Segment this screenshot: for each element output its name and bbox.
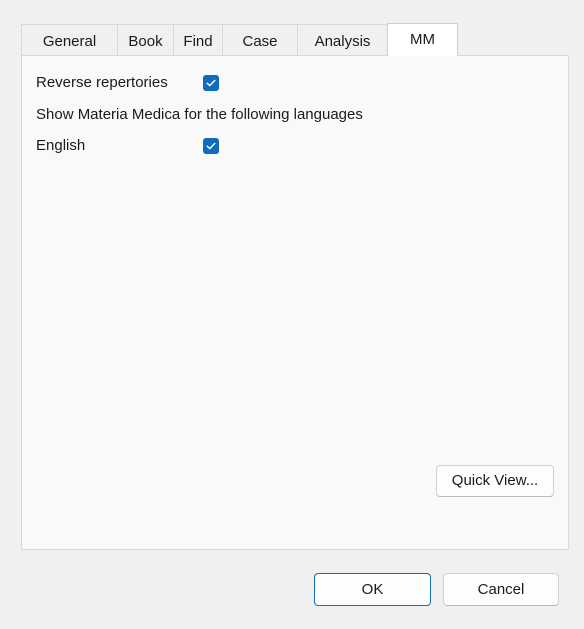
- quick-view-button[interactable]: Quick View...: [436, 465, 554, 497]
- mm-tab-panel: Reverse repertories Show Materia Medica …: [21, 55, 569, 550]
- english-checkbox[interactable]: [203, 138, 219, 154]
- tab-strip: General Book Find Case Analysis MM: [21, 23, 458, 56]
- checkmark-icon: [206, 142, 216, 150]
- tab-book[interactable]: Book: [117, 24, 174, 56]
- reverse-repertories-label: Reverse repertories: [36, 74, 168, 91]
- english-label: English: [36, 137, 86, 154]
- tab-mm[interactable]: MM: [387, 23, 458, 56]
- tab-analysis[interactable]: Analysis: [297, 24, 388, 56]
- tab-find[interactable]: Find: [173, 24, 223, 56]
- reverse-repertories-checkbox[interactable]: [203, 75, 219, 91]
- languages-heading: Show Materia Medica for the following la…: [36, 106, 363, 123]
- options-dialog: General Book Find Case Analysis MM Rever…: [0, 0, 584, 629]
- cancel-button[interactable]: Cancel: [443, 573, 559, 606]
- tab-general[interactable]: General: [21, 24, 118, 56]
- checkmark-icon: [206, 79, 216, 87]
- tab-case[interactable]: Case: [222, 24, 298, 56]
- ok-button[interactable]: OK: [314, 573, 431, 606]
